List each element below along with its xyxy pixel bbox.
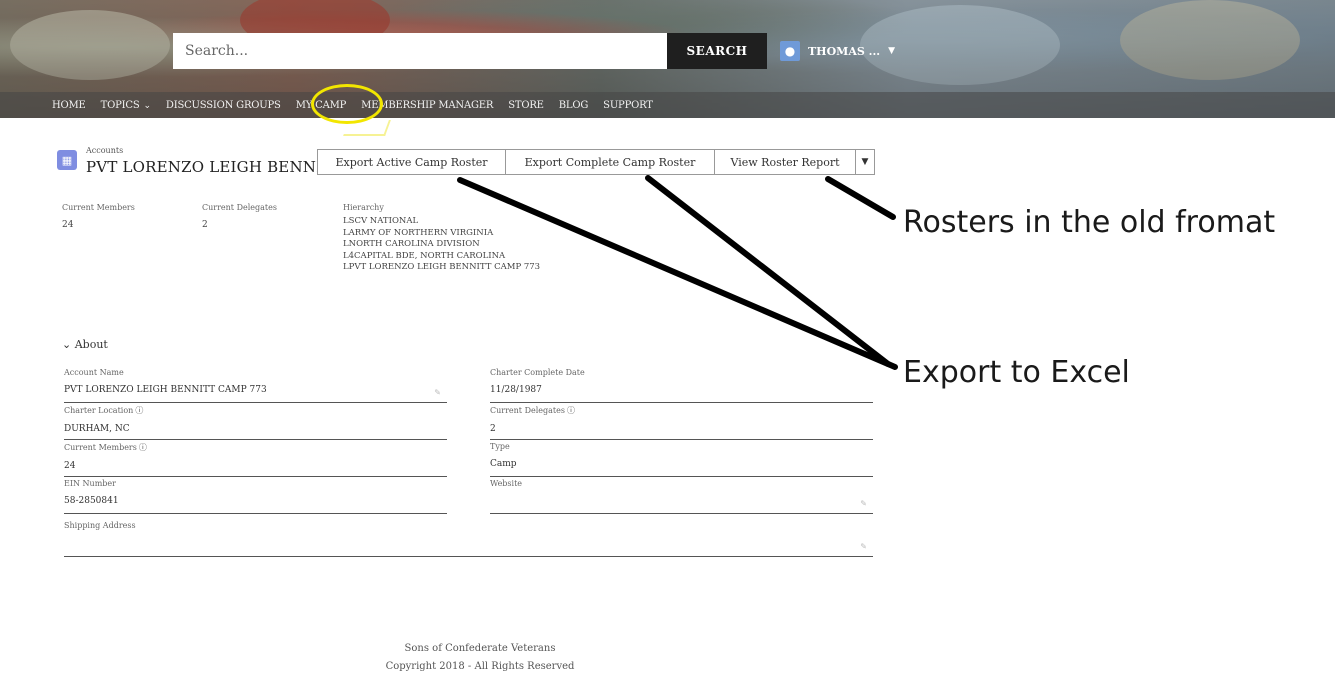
arrow-line-roster-report	[825, 176, 896, 220]
annotation-export-to-excel: Export to Excel	[903, 355, 1130, 390]
annotation-arrows	[457, 175, 898, 370]
footer: Sons of Confederate Veterans Copyright 2…	[0, 640, 960, 673]
footer-org: Sons of Confederate Veterans	[404, 643, 556, 654]
arrow-line-export-complete	[645, 175, 891, 367]
arrow-line-export-active	[457, 177, 898, 370]
footer-copyright: Copyright 2018 - All Rights Reserved	[385, 661, 575, 672]
annotation-rosters-old-format: Rosters in the old fromat	[903, 205, 1276, 240]
